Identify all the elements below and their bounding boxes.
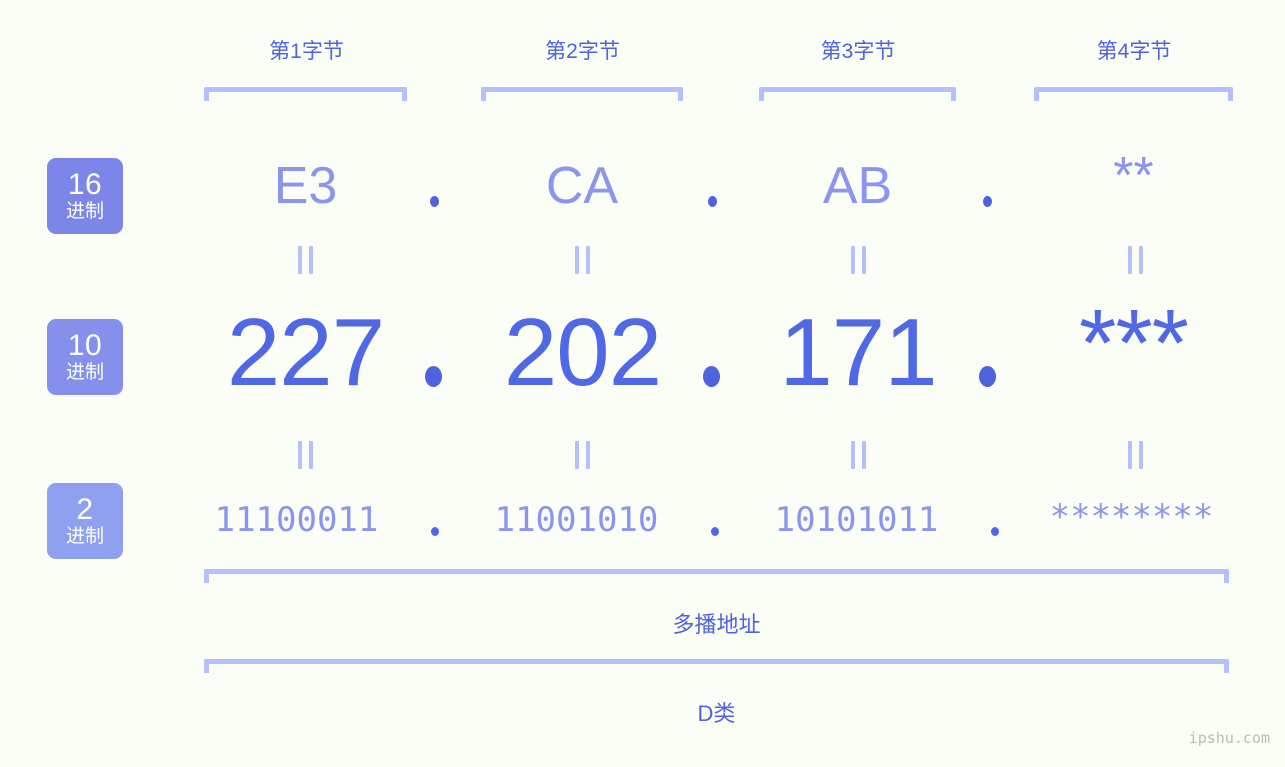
decimal-byte-1: 227 bbox=[226, 299, 385, 406]
decimal-separator-3 bbox=[979, 366, 996, 387]
hex-separator-1 bbox=[430, 196, 439, 207]
byte-header-label-2: 第2字节 bbox=[545, 40, 620, 63]
equals-marker-hex-dec-4 bbox=[1128, 246, 1143, 274]
summary-label-class: D类 bbox=[697, 701, 736, 726]
base-badge-decimal: 10 进制 bbox=[47, 319, 123, 395]
decimal-byte-3: 171 bbox=[779, 299, 937, 406]
equals-marker-hex-dec-3 bbox=[851, 246, 866, 274]
base-badge-hex-system: 进制 bbox=[65, 200, 104, 222]
base-badge-decimal-number: 10 bbox=[67, 328, 103, 362]
base-badge-hex: 16 进制 bbox=[47, 158, 123, 234]
equals-marker-dec-bin-3 bbox=[851, 441, 866, 469]
hex-byte-2: CA bbox=[545, 157, 619, 215]
base-badge-binary-number: 2 bbox=[76, 492, 94, 526]
binary-separator-1 bbox=[431, 527, 439, 536]
binary-byte-1: 11100011 bbox=[214, 500, 379, 540]
equals-marker-dec-bin-1 bbox=[298, 441, 313, 469]
decimal-separator-2 bbox=[703, 366, 720, 387]
equals-marker-hex-dec-1 bbox=[298, 246, 313, 274]
base-badge-binary: 2 进制 bbox=[47, 483, 123, 559]
binary-separator-3 bbox=[991, 527, 999, 536]
base-badge-hex-number: 16 bbox=[67, 167, 103, 201]
equals-marker-hex-dec-2 bbox=[575, 246, 590, 274]
hex-separator-2 bbox=[708, 196, 717, 207]
binary-byte-3: 10101011 bbox=[774, 500, 939, 540]
watermark: ipshu.com bbox=[1188, 729, 1270, 747]
byte-header-label-1: 第1字节 bbox=[269, 40, 344, 63]
decimal-separator-1 bbox=[425, 366, 442, 387]
hex-byte-4: ** bbox=[1113, 147, 1154, 205]
byte-bracket-1 bbox=[204, 87, 407, 101]
hex-byte-3: AB bbox=[822, 157, 893, 215]
hex-separator-3 bbox=[983, 196, 992, 207]
decimal-byte-4: *** bbox=[1078, 290, 1189, 397]
byte-header-label-3: 第3字节 bbox=[820, 40, 896, 63]
base-badge-decimal-system: 进制 bbox=[65, 361, 104, 383]
decimal-byte-2: 202 bbox=[503, 299, 662, 406]
binary-byte-2: 11001010 bbox=[494, 500, 659, 540]
summary-bracket-multicast bbox=[204, 569, 1229, 583]
equals-marker-dec-bin-4 bbox=[1128, 441, 1143, 469]
byte-bracket-3 bbox=[759, 87, 956, 101]
base-badge-binary-system: 进制 bbox=[65, 525, 104, 547]
ip-address-breakdown-diagram: 第1字节 第2字节 第3字节 第4字节 16 进制 10 进制 2 进制 E3 … bbox=[0, 0, 1285, 767]
byte-bracket-4 bbox=[1034, 87, 1233, 101]
binary-separator-2 bbox=[711, 527, 719, 536]
equals-marker-dec-bin-2 bbox=[575, 441, 590, 469]
summary-bracket-class bbox=[204, 659, 1229, 673]
byte-header-label-4: 第4字节 bbox=[1096, 40, 1172, 63]
byte-bracket-2 bbox=[481, 87, 683, 101]
binary-byte-4: ******** bbox=[1049, 497, 1214, 537]
summary-label-multicast: 多播地址 bbox=[672, 612, 761, 637]
hex-byte-1: E3 bbox=[273, 157, 338, 215]
